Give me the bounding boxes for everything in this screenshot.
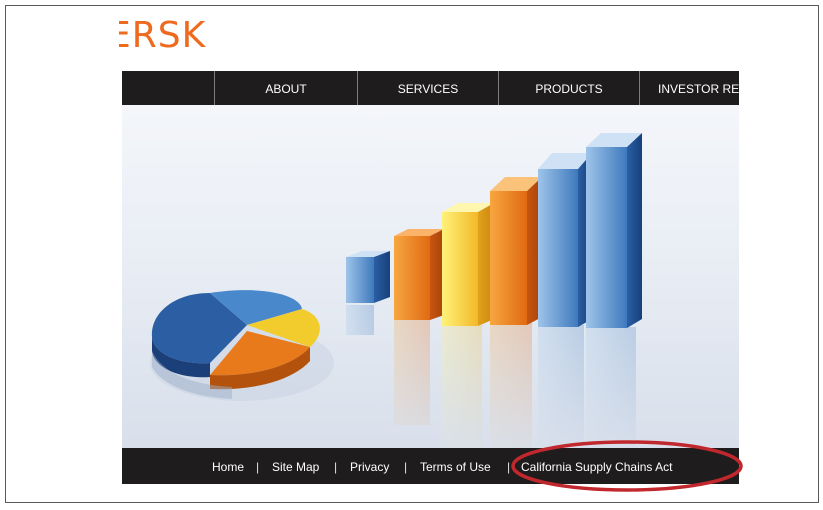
- hero-banner: [122, 105, 739, 448]
- footer-link-privacy[interactable]: Privacy: [350, 448, 389, 486]
- nav-item-investor-relations[interactable]: INVESTOR RELATIONS: [639, 71, 739, 105]
- logo-text: ERSK: [119, 16, 207, 56]
- main-navigation: ABOUT SERVICES PRODUCTS INVESTOR RELATIO…: [122, 71, 739, 105]
- footer-link-site-map[interactable]: Site Map: [272, 448, 319, 486]
- footer-link-terms-of-use[interactable]: Terms of Use: [420, 448, 491, 486]
- footer-link-home[interactable]: Home: [212, 448, 244, 486]
- chart-illustration: [122, 105, 739, 448]
- nav-item-about[interactable]: ABOUT: [214, 71, 357, 105]
- footer-link-california-supply-chains-act[interactable]: California Supply Chains Act: [521, 448, 672, 486]
- footer-separator: |: [507, 460, 511, 474]
- footer-bar: Home | Site Map | Privacy | Terms of Use…: [122, 448, 739, 484]
- footer-separator: |: [334, 460, 338, 474]
- nav-item-products[interactable]: PRODUCTS: [498, 71, 639, 105]
- nav-item-services[interactable]: SERVICES: [357, 71, 498, 105]
- footer-separator: |: [256, 460, 260, 474]
- maersk-logo[interactable]: ERSK: [119, 16, 206, 56]
- footer-separator: |: [404, 460, 408, 474]
